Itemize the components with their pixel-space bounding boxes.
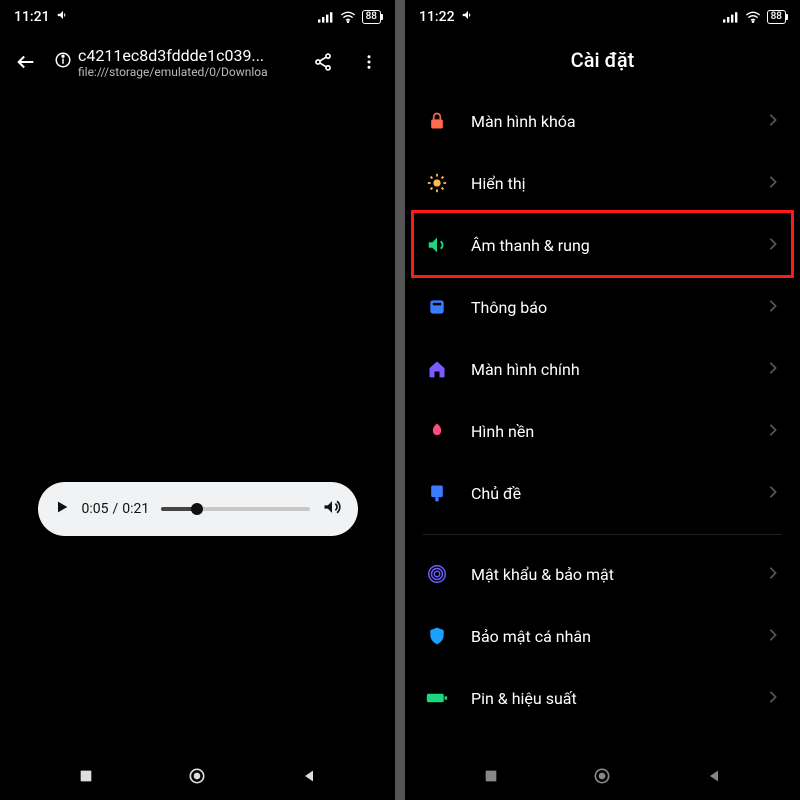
audio-current: 0:05 <box>82 501 109 517</box>
settings-item-label: Thông báo <box>471 298 748 317</box>
chevron-right-icon <box>768 298 778 317</box>
chevron-right-icon <box>768 627 778 646</box>
url-bar[interactable]: c4211ec8d3fddde1c039... file:///storage/… <box>54 46 295 79</box>
status-bar: 11:22 88 <box>405 0 800 34</box>
settings-title: Cài đặt <box>405 34 800 90</box>
settings-item-wallpaper[interactable]: Hình nền <box>405 400 800 462</box>
audio-volume-button[interactable] <box>322 497 342 521</box>
android-nav-bar <box>405 752 800 800</box>
chevron-right-icon <box>768 174 778 193</box>
volume-icon <box>423 231 451 259</box>
nav-recent-button[interactable] <box>461 756 521 796</box>
section-divider <box>423 534 782 535</box>
back-button[interactable] <box>8 44 44 80</box>
wifi-icon <box>745 11 761 23</box>
menu-button[interactable] <box>351 44 387 80</box>
page-subtitle: file:///storage/emulated/0/Downloa <box>78 65 268 79</box>
share-button[interactable] <box>305 44 341 80</box>
settings-list: Màn hình khóa Hiển thị Âm thanh & rung Thôn… <box>405 90 800 752</box>
status-time: 11:22 <box>419 9 455 25</box>
signal-icon <box>723 11 739 23</box>
info-icon <box>54 51 72 73</box>
settings-item-sun[interactable]: Hiển thị <box>405 152 800 214</box>
volume-icon <box>461 8 475 26</box>
settings-item-battery[interactable]: Pin & hiệu suất <box>405 667 800 729</box>
wifi-icon <box>340 11 356 23</box>
status-bar: 11:21 88 <box>0 0 395 34</box>
play-button[interactable] <box>54 499 70 519</box>
page-body: 0:05 / 0:21 <box>0 90 395 752</box>
settings-item-label: Hiển thị <box>471 174 748 193</box>
phone-settings-screen: 11:22 88 Cài đặt Màn hình khóa Hiển thị Âm… <box>405 0 800 800</box>
settings-item-lock[interactable]: Màn hình khóa <box>405 90 800 152</box>
settings-item-label: Âm thanh & rung <box>471 236 748 255</box>
theme-icon <box>423 479 451 507</box>
android-nav-bar <box>0 752 395 800</box>
fingerprint-icon <box>423 560 451 588</box>
shield-icon <box>423 622 451 650</box>
chevron-right-icon <box>768 360 778 379</box>
settings-item-label: Màn hình chính <box>471 360 748 379</box>
lock-icon <box>423 107 451 135</box>
battery-indicator: 88 <box>767 10 786 24</box>
chevron-right-icon <box>768 484 778 503</box>
home-icon <box>423 355 451 383</box>
settings-item-label: Hình nền <box>471 422 748 441</box>
nav-home-button[interactable] <box>167 756 227 796</box>
signal-icon <box>318 11 334 23</box>
nav-back-button[interactable] <box>684 756 744 796</box>
settings-item-label: Pin & hiệu suất <box>471 689 748 708</box>
settings-item-home[interactable]: Màn hình chính <box>405 338 800 400</box>
audio-thumb[interactable] <box>191 503 203 515</box>
audio-seekbar[interactable] <box>161 507 309 511</box>
settings-item-label: Chủ đề <box>471 484 748 503</box>
chevron-right-icon <box>768 689 778 708</box>
settings-item-fingerprint[interactable]: Mật khẩu & bảo mật <box>405 543 800 605</box>
nav-recent-button[interactable] <box>56 756 116 796</box>
battery-indicator: 88 <box>362 10 381 24</box>
settings-item-label: Mật khẩu & bảo mật <box>471 565 748 584</box>
settings-item-theme[interactable]: Chủ đề <box>405 462 800 524</box>
sun-icon <box>423 169 451 197</box>
phone-browser-screen: 11:21 88 c4211ec8d3fddde <box>0 0 395 800</box>
chevron-right-icon <box>768 236 778 255</box>
settings-item-shield[interactable]: Bảo mật cá nhân <box>405 605 800 667</box>
audio-time: 0:05 / 0:21 <box>82 501 150 517</box>
audio-player[interactable]: 0:05 / 0:21 <box>38 482 358 536</box>
battery-icon <box>423 684 451 712</box>
chevron-right-icon <box>768 565 778 584</box>
status-time: 11:21 <box>14 9 50 25</box>
settings-item-label: Bảo mật cá nhân <box>471 627 748 646</box>
chevron-right-icon <box>768 422 778 441</box>
audio-duration: 0:21 <box>122 501 149 517</box>
browser-toolbar: c4211ec8d3fddde1c039... file:///storage/… <box>0 34 395 90</box>
settings-item-volume[interactable]: Âm thanh & rung <box>405 214 800 276</box>
settings-item-label: Màn hình khóa <box>471 112 748 131</box>
nav-home-button[interactable] <box>572 756 632 796</box>
wallpaper-icon <box>423 417 451 445</box>
volume-icon <box>56 8 70 26</box>
settings-item-notification[interactable]: Thông báo <box>405 276 800 338</box>
nav-back-button[interactable] <box>279 756 339 796</box>
page-title: c4211ec8d3fddde1c039... <box>78 46 268 65</box>
chevron-right-icon <box>768 112 778 131</box>
notification-icon <box>423 293 451 321</box>
